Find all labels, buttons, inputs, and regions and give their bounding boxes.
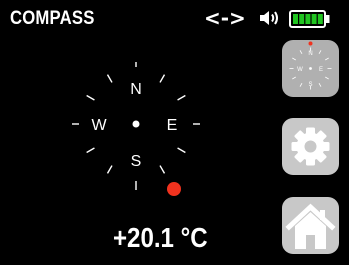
compass-tick <box>299 50 303 54</box>
compass-tick <box>318 50 322 54</box>
compass-tick <box>177 94 186 101</box>
battery-cell <box>293 14 298 24</box>
compass-west-label: W <box>91 117 107 134</box>
compass-south-label: S <box>131 153 142 170</box>
compass-tick <box>106 165 113 174</box>
settings-button[interactable] <box>282 118 339 175</box>
page-title: COMPASS <box>10 8 95 29</box>
compass-tick <box>86 94 95 101</box>
compass-tick <box>292 76 296 80</box>
home-button[interactable] <box>282 197 339 254</box>
compass-tick <box>177 147 186 154</box>
compass-needle-dot <box>167 182 181 196</box>
battery-cell <box>305 14 311 24</box>
link-status-indicator: <-> <box>204 6 246 30</box>
compass-tick <box>159 165 166 174</box>
battery-cell <box>317 14 323 24</box>
compass-dial: N E S W <box>72 62 200 190</box>
gear-icon <box>291 127 330 166</box>
home-icon <box>285 203 336 249</box>
compass-tick <box>159 74 166 83</box>
battery-level-fill <box>293 14 323 24</box>
svg-text:E: E <box>319 67 323 73</box>
compass-tick <box>325 76 329 80</box>
compass-tick <box>106 74 113 83</box>
compass-tick <box>292 57 296 61</box>
compass-tick <box>325 57 329 61</box>
battery-cell <box>299 14 305 24</box>
compass-east-label: E <box>167 117 178 134</box>
compass-tick <box>299 83 303 87</box>
svg-text:S: S <box>308 82 312 88</box>
svg-text:W: W <box>297 67 303 73</box>
speaker-icon[interactable] <box>259 9 283 27</box>
battery-cell <box>311 14 317 24</box>
compass-north-label: N <box>130 81 142 98</box>
compass-center-dot <box>132 120 140 128</box>
mini-compass-button[interactable]: N E S W <box>282 40 339 97</box>
compass-tick <box>318 83 322 87</box>
compass-tick <box>86 147 95 154</box>
compass-screen: COMPASS <-> N E S W +20.1 °C N E S W <box>0 0 349 265</box>
temperature-readout: +20.1 °C <box>113 222 208 253</box>
svg-text:N: N <box>308 51 312 57</box>
compass-icon: N E S W <box>289 41 332 90</box>
battery-icon <box>289 10 330 28</box>
